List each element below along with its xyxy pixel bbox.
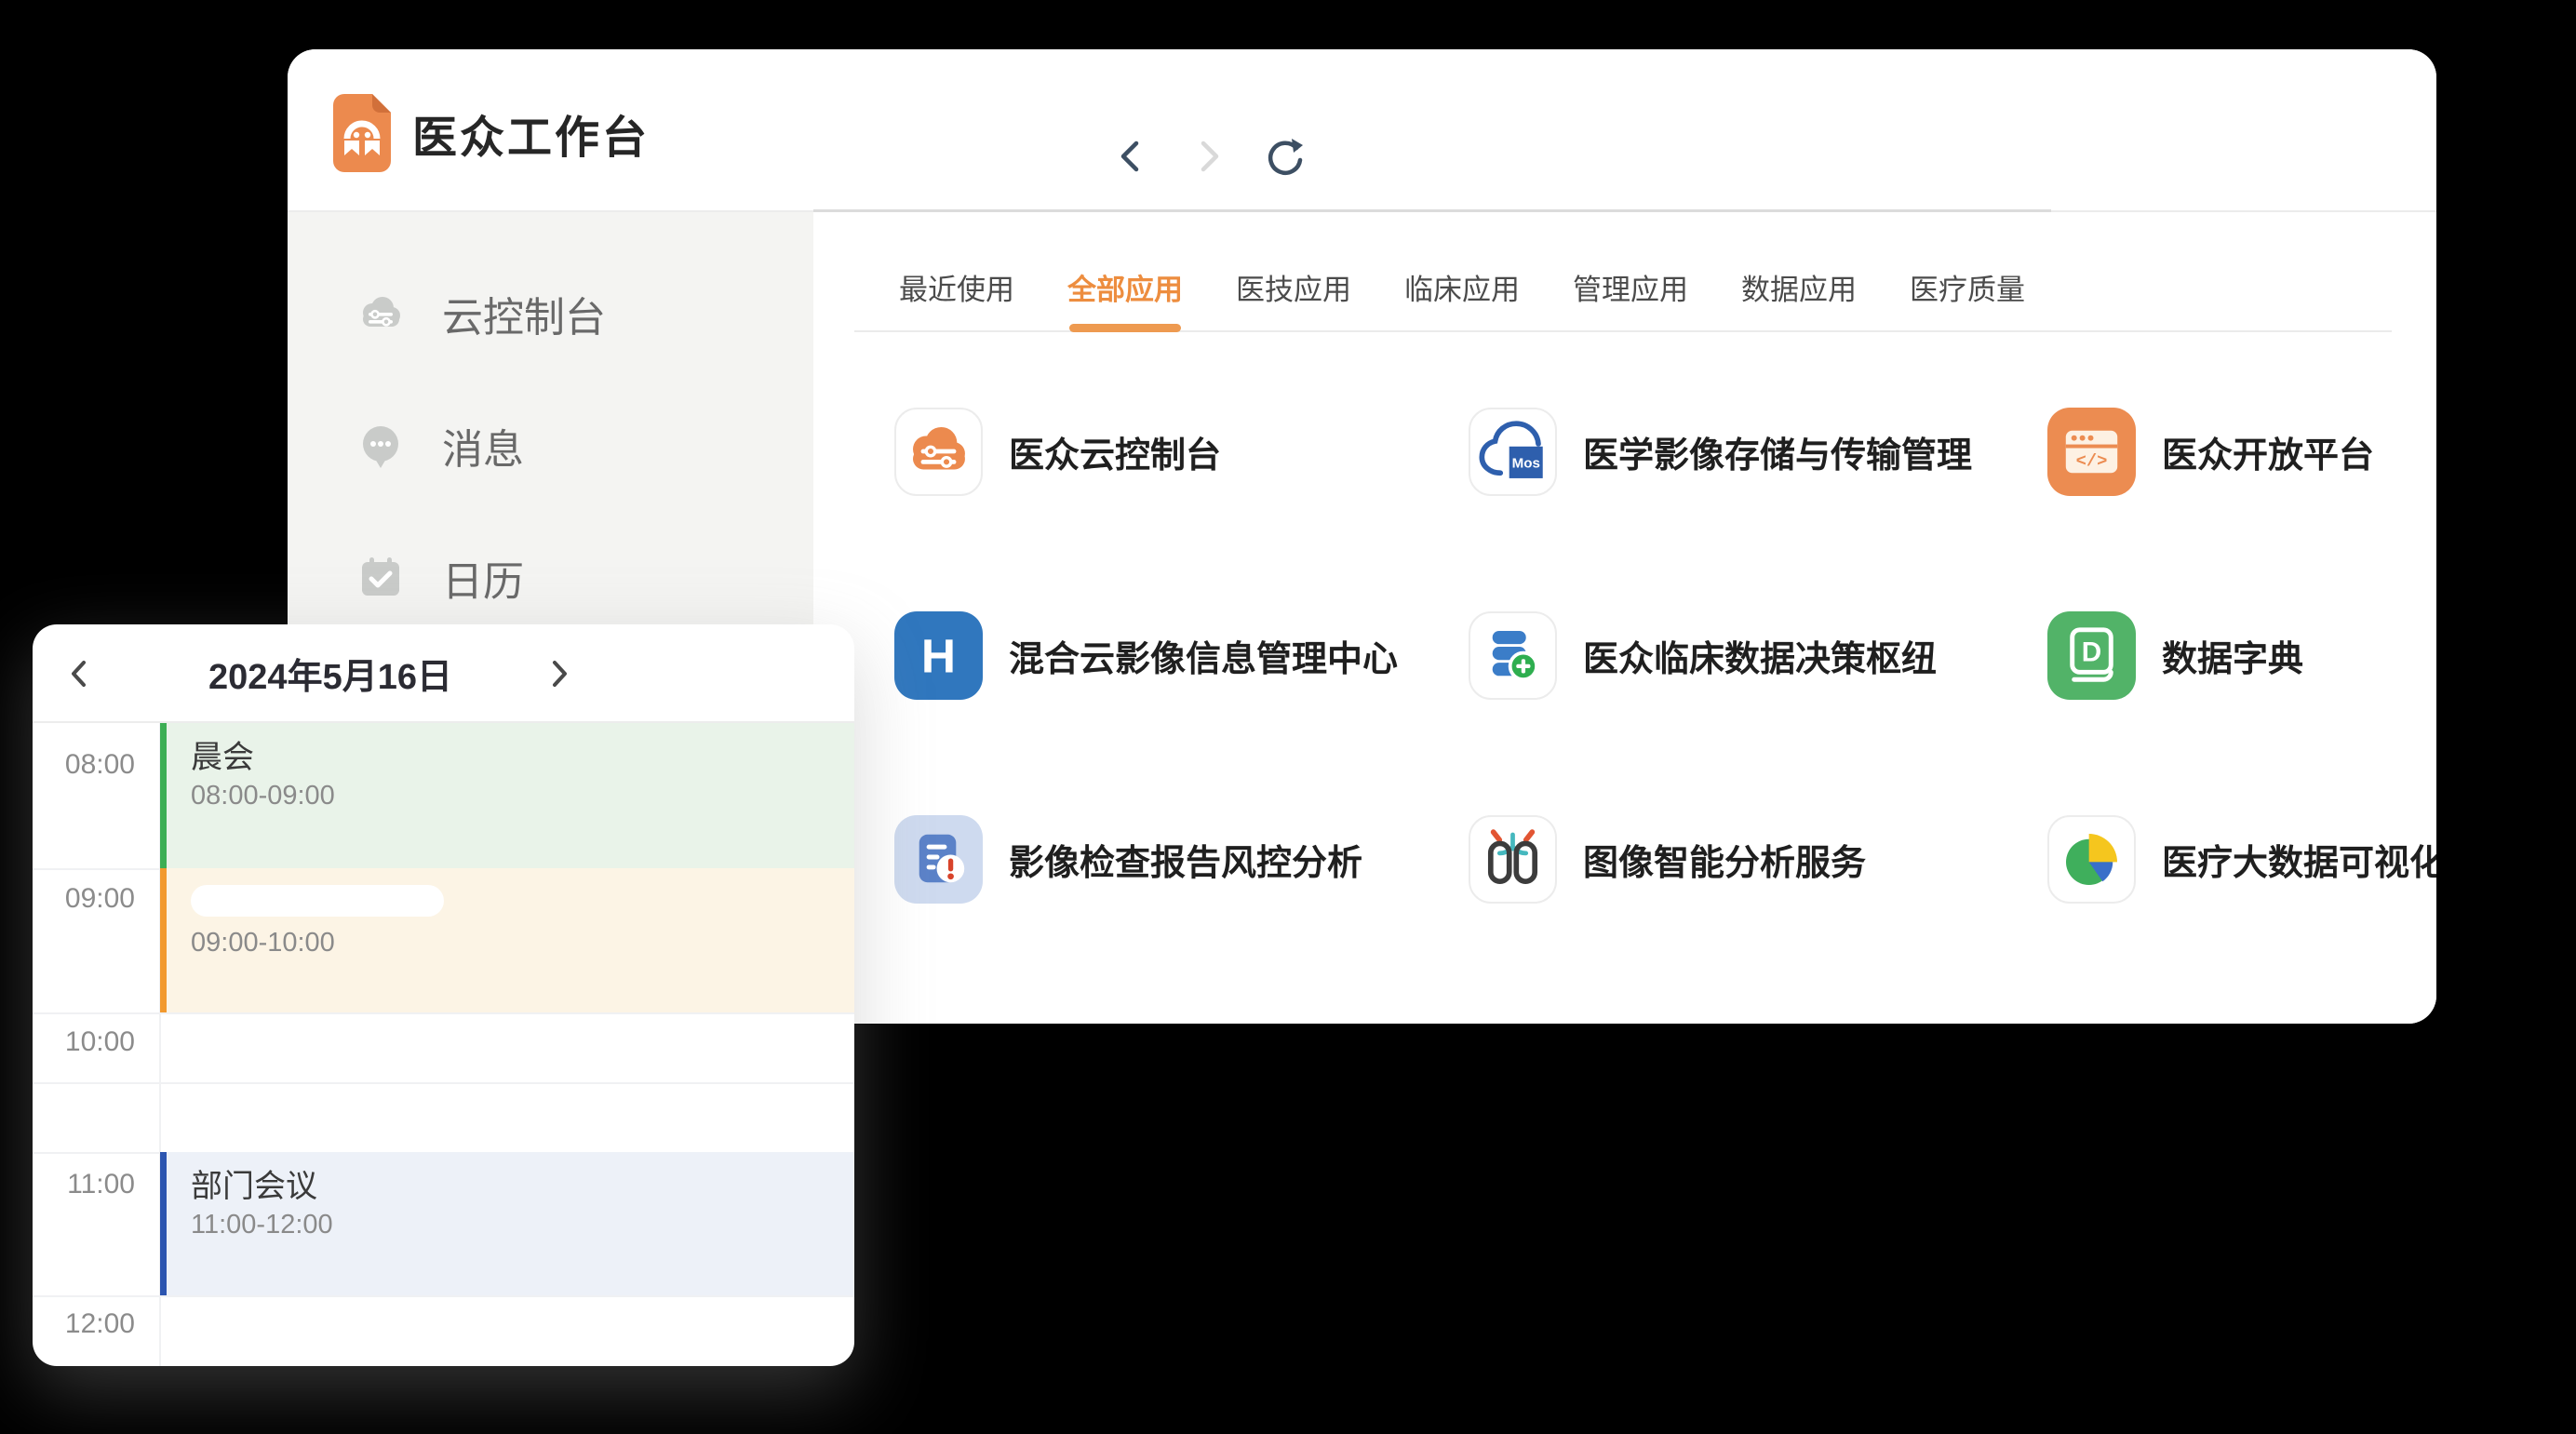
app-grid: 医众云控制台 Mos 医学影像存储与传输管理 xyxy=(813,332,2436,1024)
app-label: 医疗大数据可视化 xyxy=(2162,834,2436,885)
sidebar-item-label: 云控制台 xyxy=(442,284,606,343)
hour-divider xyxy=(33,1012,854,1014)
cloud-console-icon xyxy=(896,408,981,496)
app-cloud-console[interactable]: 医众云控制台 xyxy=(894,408,1469,496)
tab-data-apps[interactable]: 数据应用 xyxy=(1741,266,1857,330)
chevron-right-icon xyxy=(537,652,580,695)
forward-button[interactable] xyxy=(1187,135,1229,178)
app-label: 数据字典 xyxy=(2162,630,2303,681)
app-report-risk-analysis[interactable]: 影像检查报告风控分析 xyxy=(894,815,1469,904)
data-dictionary-icon: D xyxy=(2047,611,2136,700)
hour-divider xyxy=(33,1295,854,1297)
chevron-left-icon xyxy=(59,652,101,695)
event-time: 08:00-09:00 xyxy=(191,777,854,814)
app-open-platform[interactable]: </> 医众开放平台 xyxy=(2047,408,2436,496)
tab-management-apps[interactable]: 管理应用 xyxy=(1573,266,1688,330)
app-image-ai-analysis[interactable]: 图像智能分析服务 xyxy=(1469,815,2047,904)
tab-all-apps[interactable]: 全部应用 xyxy=(1067,266,1183,330)
time-label: 11:00 xyxy=(33,1168,135,1201)
refresh-button[interactable] xyxy=(1263,135,1306,178)
sidebar-item-label: 日历 xyxy=(442,548,524,608)
medical-image-storage-icon: Mos xyxy=(1470,408,1555,496)
app-label: 混合云影像信息管理中心 xyxy=(1009,630,1398,681)
app-label: 医学影像存储与传输管理 xyxy=(1583,426,1972,477)
svg-text:H: H xyxy=(921,628,956,682)
redacted-event-title xyxy=(191,885,444,917)
event-time: 11:00-12:00 xyxy=(191,1206,854,1243)
nav-bar xyxy=(1110,135,1306,178)
window-header: 医众工作台 xyxy=(288,49,2436,211)
big-data-viz-icon xyxy=(2049,815,2134,904)
content-area: 最近使用 全部应用 医技应用 临床应用 管理应用 数据应用 医疗质量 xyxy=(813,212,2436,1024)
hybrid-cloud-imaging-icon: H xyxy=(894,611,983,700)
time-label: 09:00 xyxy=(33,882,135,916)
app-hybrid-cloud-imaging[interactable]: H 混合云影像信息管理中心 xyxy=(894,611,1469,700)
time-label: 10:00 xyxy=(33,1025,135,1059)
app-clinical-data-hub[interactable]: 医众临床数据决策枢纽 xyxy=(1469,611,2047,700)
sidebar-item-label: 消息 xyxy=(442,416,524,476)
app-medical-image-storage[interactable]: Mos 医学影像存储与传输管理 xyxy=(1469,408,2047,496)
calendar-event-department-meeting[interactable]: 部门会议 11:00-12:00 xyxy=(160,1152,854,1295)
time-label: 12:00 xyxy=(33,1307,135,1341)
next-day-button[interactable] xyxy=(537,652,580,695)
app-big-data-visualization[interactable]: 医疗大数据可视化 xyxy=(2047,815,2436,904)
calendar-event-morning-meeting[interactable]: 晨会 08:00-09:00 xyxy=(160,723,854,868)
refresh-icon xyxy=(1263,135,1306,178)
calendar-event-redacted[interactable]: 09:00-10:00 xyxy=(160,868,854,1012)
calendar-body: 08:00 09:00 10:00 11:00 12:00 晨会 08:00-0… xyxy=(33,723,854,1366)
back-button[interactable] xyxy=(1110,135,1153,178)
prev-day-button[interactable] xyxy=(59,652,101,695)
app-label: 影像检查报告风控分析 xyxy=(1009,834,1362,885)
forward-icon xyxy=(1187,135,1229,178)
app-data-dictionary[interactable]: D 数据字典 xyxy=(2047,611,2436,700)
image-ai-icon xyxy=(1470,815,1555,904)
app-label: 医众云控制台 xyxy=(1009,426,1221,477)
svg-text:D: D xyxy=(2082,637,2101,667)
app-label: 医众开放平台 xyxy=(2162,426,2374,477)
calendar-header: 2024年5月16日 xyxy=(33,624,854,723)
open-platform-icon: </> xyxy=(2047,408,2136,496)
svg-text:Mos: Mos xyxy=(1512,456,1540,472)
chat-icon xyxy=(355,420,407,472)
tab-bar: 最近使用 全部应用 医技应用 临床应用 管理应用 数据应用 医疗质量 xyxy=(854,212,2392,332)
event-title: 部门会议 xyxy=(191,1167,854,1206)
tab-clinical-apps[interactable]: 临床应用 xyxy=(1404,266,1520,330)
app-label: 医众临床数据决策枢纽 xyxy=(1583,630,1937,681)
clinical-data-hub-icon xyxy=(1470,611,1555,700)
event-title: 晨会 xyxy=(191,738,854,777)
app-title: 医众工作台 xyxy=(412,94,650,172)
tab-recently-used[interactable]: 最近使用 xyxy=(899,266,1014,330)
calendar-panel: 2024年5月16日 08:00 09:00 10:00 11:00 12:00… xyxy=(33,624,854,1366)
svg-text:</>: </> xyxy=(2076,450,2108,471)
tab-medtech-apps[interactable]: 医技应用 xyxy=(1236,266,1351,330)
app-logo-icon xyxy=(333,94,391,172)
event-time: 09:00-10:00 xyxy=(191,924,854,961)
sidebar-item-cloud-console[interactable]: 云控制台 xyxy=(288,248,813,380)
half-hour-divider xyxy=(33,1082,854,1084)
time-label: 08:00 xyxy=(33,748,135,782)
sidebar-item-messages[interactable]: 消息 xyxy=(288,380,813,512)
tab-medical-quality[interactable]: 医疗质量 xyxy=(1910,266,2025,330)
report-risk-icon xyxy=(894,815,983,904)
app-label: 图像智能分析服务 xyxy=(1583,834,1866,885)
back-icon xyxy=(1110,135,1153,178)
calendar-date: 2024年5月16日 xyxy=(144,624,517,721)
cloud-icon xyxy=(355,288,407,340)
calendar-icon xyxy=(355,552,407,604)
